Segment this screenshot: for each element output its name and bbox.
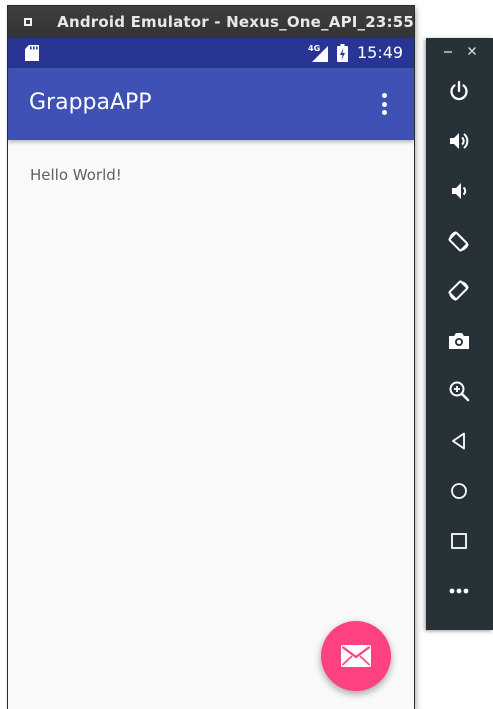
status-clock: 15:49	[357, 43, 404, 62]
rotate-right-icon	[448, 280, 469, 301]
hello-world-text: Hello World!	[30, 166, 122, 184]
close-button[interactable]	[466, 46, 478, 58]
status-bar: 4G 15:49	[8, 38, 414, 68]
rotate-left-button[interactable]	[439, 221, 479, 261]
window-menu-icon	[23, 18, 32, 26]
screenshot-button[interactable]	[439, 321, 479, 361]
power-button[interactable]	[439, 71, 479, 111]
emulator-window: Android Emulator - Nexus_One_API_23:55 4…	[8, 6, 414, 709]
volume-up-icon	[450, 133, 469, 149]
overflow-dot	[381, 110, 387, 115]
volume-up-button[interactable]	[439, 121, 479, 161]
overflow-dot	[381, 101, 387, 107]
rotate-right-button[interactable]	[439, 271, 479, 311]
android-screen[interactable]: 4G 15:49 GrappaAPP Hello World!	[8, 38, 414, 709]
overflow-menu-icon	[381, 93, 387, 98]
more-button[interactable]	[439, 571, 479, 611]
window-title: Android Emulator - Nexus_One_API_23:55	[57, 13, 414, 31]
zoom-icon	[449, 381, 470, 402]
close-icon	[468, 47, 476, 55]
overflow-menu-button[interactable]	[374, 90, 394, 118]
battery-icon	[337, 44, 348, 62]
home-button[interactable]	[439, 471, 479, 511]
power-icon	[450, 80, 468, 101]
rotate-left-icon	[448, 231, 469, 252]
overview-button[interactable]	[439, 521, 479, 561]
minimize-icon	[444, 51, 452, 53]
window-titlebar[interactable]: Android Emulator - Nexus_One_API_23:55	[8, 6, 414, 38]
email-fab-button[interactable]	[321, 621, 391, 691]
back-icon	[452, 432, 465, 450]
volume-down-icon	[452, 183, 467, 199]
camera-icon	[449, 333, 469, 349]
more-icon	[449, 588, 469, 594]
window-menu-button[interactable]	[22, 14, 33, 30]
overview-icon	[451, 533, 467, 549]
home-icon	[451, 483, 467, 499]
minimize-button[interactable]	[442, 46, 454, 58]
app-bar: GrappaAPP	[8, 68, 414, 140]
network-type-label: 4G	[308, 44, 321, 53]
signal-icon: 4G	[308, 44, 330, 62]
zoom-button[interactable]	[439, 371, 479, 411]
side-toolbar-header	[426, 38, 493, 64]
sd-card-icon	[25, 45, 39, 61]
volume-down-button[interactable]	[439, 171, 479, 211]
app-title: GrappaAPP	[29, 90, 152, 115]
emulator-side-toolbar	[426, 38, 493, 630]
email-icon	[341, 645, 371, 667]
back-button[interactable]	[439, 421, 479, 461]
